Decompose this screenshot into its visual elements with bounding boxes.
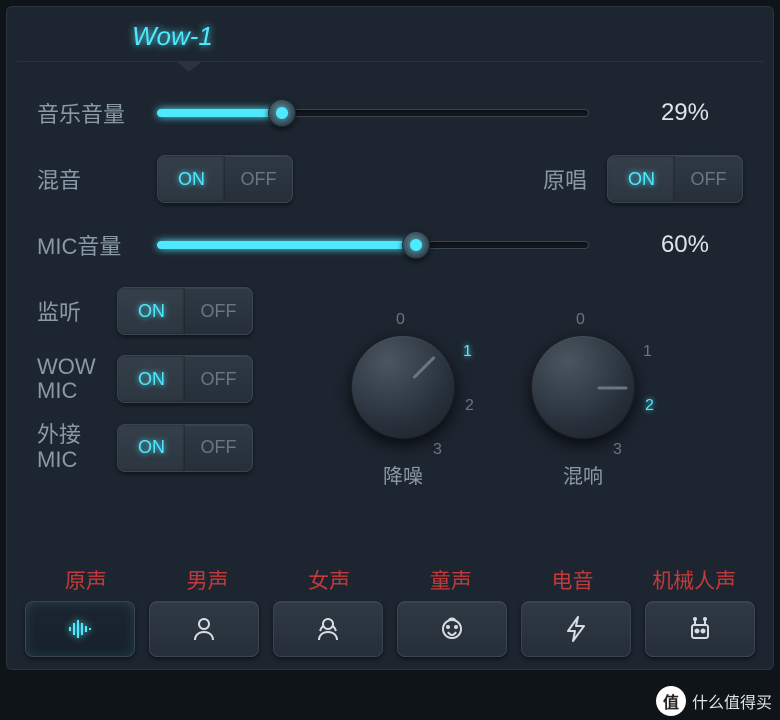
waveform-icon (64, 613, 96, 645)
tick-3: 3 (613, 441, 622, 459)
toggle-mix-on[interactable]: ON (158, 156, 225, 202)
panel-content: 音乐音量 29% 混音 ON OFF 原唱 ON OFF MIC音量 (37, 97, 743, 473)
voice-label-robot: 机械人声 (633, 565, 755, 595)
voice-label-child: 童声 (390, 565, 512, 595)
row-ext-mic: 外接MIC ON OFF (37, 423, 253, 471)
slider-fill (157, 241, 416, 249)
watermark: 值 什么值得买 (656, 686, 772, 716)
label-ext-mic: 外接MIC (37, 423, 117, 471)
label-wow-mic: WOWMIC (37, 355, 117, 403)
row-mix-original: 混音 ON OFF 原唱 ON OFF (37, 155, 743, 203)
voice-btn-original[interactable] (25, 601, 135, 657)
lightning-icon (560, 613, 592, 645)
row-music-volume: 音乐音量 29% (37, 97, 743, 129)
toggle-ext-mic-off[interactable]: OFF (185, 425, 252, 471)
knob-indicator (412, 356, 435, 379)
voice-btn-child[interactable] (397, 601, 507, 657)
watermark-text: 什么值得买 (692, 689, 772, 713)
tab-divider (17, 61, 763, 62)
tick-2: 2 (645, 397, 654, 415)
tick-2: 2 (465, 397, 474, 415)
voice-label-male: 男声 (147, 565, 269, 595)
tick-0: 0 (576, 311, 585, 329)
tick-1: 1 (643, 343, 652, 361)
toggle-monitor-on[interactable]: ON (118, 288, 185, 334)
label-denoise: 降噪 (323, 460, 483, 489)
watermark-badge: 值 (656, 686, 686, 716)
robot-icon (684, 613, 716, 645)
row-mic-volume: MIC音量 60% (37, 229, 743, 261)
toggle-wow-mic-on[interactable]: ON (118, 356, 185, 402)
label-music-volume: 音乐音量 (37, 97, 157, 129)
knob-denoise-wrap: 0 1 2 3 降噪 (323, 313, 483, 473)
knob-reverb-wrap: 0 1 2 3 混响 (503, 313, 663, 473)
tick-1: 1 (463, 343, 472, 361)
label-mix: 混音 (37, 163, 157, 195)
tick-0: 0 (396, 311, 405, 329)
voice-buttons (25, 601, 755, 657)
slider-mic-volume[interactable] (157, 233, 589, 257)
lower-section: 监听 ON OFF WOWMIC ON OFF 外接MIC (37, 287, 743, 473)
voice-label-electronic: 电音 (512, 565, 634, 595)
toggle-original-on[interactable]: ON (608, 156, 675, 202)
row-monitor: 监听 ON OFF (37, 287, 253, 335)
toggle-monitor-off[interactable]: OFF (185, 288, 252, 334)
knob-section: 0 1 2 3 降噪 0 1 2 3 混响 (323, 313, 663, 473)
value-mic-volume: 60% (629, 231, 709, 259)
audio-panel: Wow-1 音乐音量 29% 混音 ON OFF 原唱 ON OFF (6, 6, 774, 670)
toggle-ext-mic-on[interactable]: ON (118, 425, 185, 471)
toggle-ext-mic[interactable]: ON OFF (117, 424, 253, 472)
person-female-icon (312, 613, 344, 645)
person-male-icon (188, 613, 220, 645)
toggle-wow-mic-off[interactable]: OFF (185, 356, 252, 402)
toggle-original-off[interactable]: OFF (675, 156, 742, 202)
label-reverb: 混响 (503, 460, 663, 489)
toggle-monitor[interactable]: ON OFF (117, 287, 253, 335)
slider-thumb[interactable] (268, 99, 296, 127)
voice-btn-male[interactable] (149, 601, 259, 657)
left-toggles: 监听 ON OFF WOWMIC ON OFF 外接MIC (37, 287, 253, 472)
label-original: 原唱 (543, 163, 587, 195)
row-wow-mic: WOWMIC ON OFF (37, 355, 253, 403)
label-monitor: 监听 (37, 295, 117, 327)
slider-music-volume[interactable] (157, 101, 589, 125)
voice-labels: 原声 男声 女声 童声 电音 机械人声 (25, 565, 755, 595)
slider-fill (157, 109, 282, 117)
tick-3: 3 (433, 441, 442, 459)
knob-indicator (597, 387, 627, 390)
slider-thumb[interactable] (402, 231, 430, 259)
value-music-volume: 29% (629, 99, 709, 127)
voice-label-original: 原声 (25, 565, 147, 595)
label-mic-volume: MIC音量 (37, 229, 157, 261)
child-face-icon (436, 613, 468, 645)
voice-btn-female[interactable] (273, 601, 383, 657)
knob-denoise[interactable] (351, 335, 455, 439)
voice-btn-electronic[interactable] (521, 601, 631, 657)
voice-label-female: 女声 (268, 565, 390, 595)
toggle-wow-mic[interactable]: ON OFF (117, 355, 253, 403)
tab-wow-1[interactable]: Wow-1 (102, 7, 243, 62)
tab-indicator (177, 62, 201, 72)
knob-reverb[interactable] (531, 335, 635, 439)
toggle-original[interactable]: ON OFF (607, 155, 743, 203)
toggle-mix[interactable]: ON OFF (157, 155, 293, 203)
voice-btn-robot[interactable] (645, 601, 755, 657)
toggle-mix-off[interactable]: OFF (225, 156, 292, 202)
